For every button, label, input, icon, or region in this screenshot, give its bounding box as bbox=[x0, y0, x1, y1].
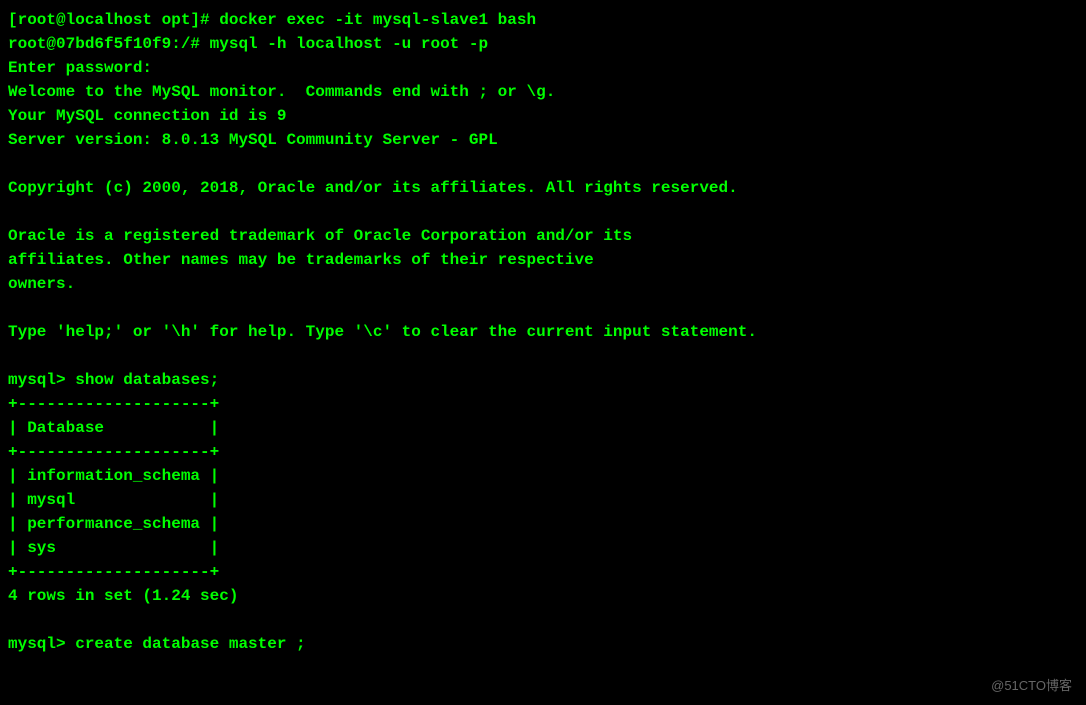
welcome-line-1: Welcome to the MySQL monitor. Commands e… bbox=[8, 80, 1078, 104]
copyright-line: Copyright (c) 2000, 2018, Oracle and/or … bbox=[8, 176, 1078, 200]
trademark-line-1: Oracle is a registered trademark of Orac… bbox=[8, 224, 1078, 248]
trademark-line-3: owners. bbox=[8, 272, 1078, 296]
terminal-output[interactable]: [root@localhost opt]# docker exec -it my… bbox=[8, 8, 1078, 656]
blank-line bbox=[8, 344, 1078, 368]
welcome-line-2: Your MySQL connection id is 9 bbox=[8, 104, 1078, 128]
result-line: 4 rows in set (1.24 sec) bbox=[8, 584, 1078, 608]
mysql-prompt: mysql> bbox=[8, 371, 75, 389]
docker-command: docker exec -it mysql-slave1 bash bbox=[219, 11, 536, 29]
help-line: Type 'help;' or '\h' for help. Type '\c'… bbox=[8, 320, 1078, 344]
table-border-bottom: +--------------------+ bbox=[8, 560, 1078, 584]
container-prompt: root@07bd6f5f10f9:/# bbox=[8, 35, 210, 53]
mysql-command: mysql -h localhost -u root -p bbox=[210, 35, 488, 53]
blank-line bbox=[8, 152, 1078, 176]
welcome-line-3: Server version: 8.0.13 MySQL Community S… bbox=[8, 128, 1078, 152]
show-databases-command: show databases; bbox=[75, 371, 219, 389]
shell-prompt: [root@localhost opt]# bbox=[8, 11, 219, 29]
watermark: @51CTO博客 bbox=[991, 676, 1072, 696]
blank-line bbox=[8, 608, 1078, 632]
table-border-top: +--------------------+ bbox=[8, 392, 1078, 416]
table-border-mid: +--------------------+ bbox=[8, 440, 1078, 464]
blank-line bbox=[8, 200, 1078, 224]
table-row: | mysql | bbox=[8, 488, 1078, 512]
trademark-line-2: affiliates. Other names may be trademark… bbox=[8, 248, 1078, 272]
create-database-command: create database master ; bbox=[75, 635, 305, 653]
table-row: | sys | bbox=[8, 536, 1078, 560]
table-header: | Database | bbox=[8, 416, 1078, 440]
table-row: | performance_schema | bbox=[8, 512, 1078, 536]
password-prompt-line: Enter password: bbox=[8, 56, 1078, 80]
table-row: | information_schema | bbox=[8, 464, 1078, 488]
blank-line bbox=[8, 296, 1078, 320]
mysql-prompt: mysql> bbox=[8, 635, 75, 653]
